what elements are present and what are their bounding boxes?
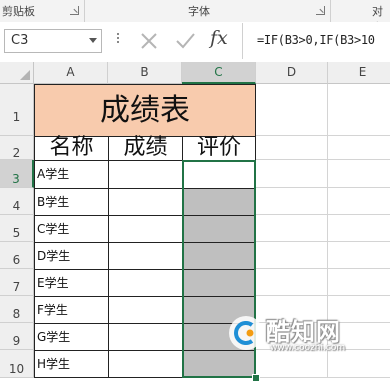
row-header-3[interactable]: 3: [0, 160, 34, 188]
row-header-2[interactable]: 2: [0, 136, 34, 160]
grip-dots-icon: [117, 33, 120, 47]
cell-a4[interactable]: B学生: [34, 188, 109, 216]
cell-d4[interactable]: [256, 188, 328, 215]
clipboard-group-label: 剪贴板: [2, 5, 35, 18]
name-box-value: C3: [11, 33, 29, 48]
row-header-9[interactable]: 9: [0, 323, 34, 350]
cell-a5[interactable]: C学生: [34, 215, 109, 243]
insert-function-button[interactable]: fx: [210, 27, 228, 49]
watermark-name: 酷知网: [266, 318, 341, 346]
column-header-a[interactable]: A: [34, 62, 108, 84]
column-header-c[interactable]: C: [182, 62, 256, 84]
cell-b4[interactable]: [108, 188, 183, 216]
header-cell-rating[interactable]: 评价: [182, 136, 256, 161]
cell-b5[interactable]: [108, 215, 183, 243]
cell-e2[interactable]: [328, 136, 390, 160]
cell-d10[interactable]: [256, 350, 328, 378]
cell-d6[interactable]: [256, 242, 328, 269]
column-header-b[interactable]: B: [108, 62, 182, 84]
cell-e1[interactable]: [328, 84, 390, 136]
cell-b3[interactable]: [108, 160, 183, 189]
group-divider: [84, 0, 85, 22]
cell-d3[interactable]: [256, 160, 328, 188]
cell-a3[interactable]: A学生: [34, 160, 109, 189]
cell-e3[interactable]: [328, 160, 390, 188]
cell-e5[interactable]: [328, 215, 390, 242]
formula-text: =IF(B3>0,IF(B3>10: [257, 33, 375, 47]
title-cell[interactable]: 成绩表: [34, 84, 256, 137]
ribbon-groups-bar: 剪贴板 字体 对齐: [0, 0, 390, 34]
cell-b7[interactable]: [108, 269, 183, 297]
row-header-4[interactable]: 4: [0, 188, 34, 215]
check-icon[interactable]: [174, 31, 196, 51]
cell-d2[interactable]: [256, 136, 328, 160]
chevron-down-icon[interactable]: [89, 38, 97, 43]
row-header-5[interactable]: 5: [0, 215, 34, 242]
name-box[interactable]: C3: [4, 29, 102, 53]
row-header-6[interactable]: 6: [0, 242, 34, 269]
cell-b9[interactable]: [108, 323, 183, 351]
coozhi-logo-icon: [229, 316, 263, 350]
group-divider: [330, 0, 331, 22]
cell-b6[interactable]: [108, 242, 183, 270]
row-header-8[interactable]: 8: [0, 296, 34, 323]
cell-e7[interactable]: [328, 269, 390, 296]
font-launcher-icon[interactable]: [316, 6, 325, 15]
column-header-d[interactable]: D: [256, 62, 328, 84]
clipboard-launcher-icon[interactable]: [70, 6, 79, 15]
row-header-7[interactable]: 7: [0, 269, 34, 296]
cell-b10[interactable]: [108, 350, 183, 378]
fill-handle[interactable]: [252, 374, 260, 382]
row-header-1[interactable]: 1: [0, 84, 34, 136]
cell-e4[interactable]: [328, 188, 390, 215]
cell-d1[interactable]: [256, 84, 328, 136]
cell-a7[interactable]: E学生: [34, 269, 109, 297]
cell-a8[interactable]: F学生: [34, 296, 109, 324]
cell-a10[interactable]: H学生: [34, 350, 109, 378]
cell-e10[interactable]: [328, 350, 390, 378]
header-cell-score[interactable]: 成绩: [108, 136, 183, 161]
watermark-url: www.coozhi.com: [270, 343, 346, 353]
cell-b8[interactable]: [108, 296, 183, 324]
cell-a9[interactable]: G学生: [34, 323, 109, 351]
cell-d5[interactable]: [256, 215, 328, 242]
font-group-label: 字体: [188, 5, 210, 18]
select-all-corner[interactable]: [0, 62, 34, 84]
cell-e6[interactable]: [328, 242, 390, 269]
cancel-icon[interactable]: [138, 31, 160, 51]
cell-a6[interactable]: D学生: [34, 242, 109, 270]
column-header-e[interactable]: E: [328, 62, 390, 84]
row-header-10[interactable]: 10: [0, 350, 34, 378]
formula-input[interactable]: =IF(B3>0,IF(B3>10: [242, 23, 390, 59]
header-cell-name[interactable]: 名称: [34, 136, 109, 161]
cell-d7[interactable]: [256, 269, 328, 296]
